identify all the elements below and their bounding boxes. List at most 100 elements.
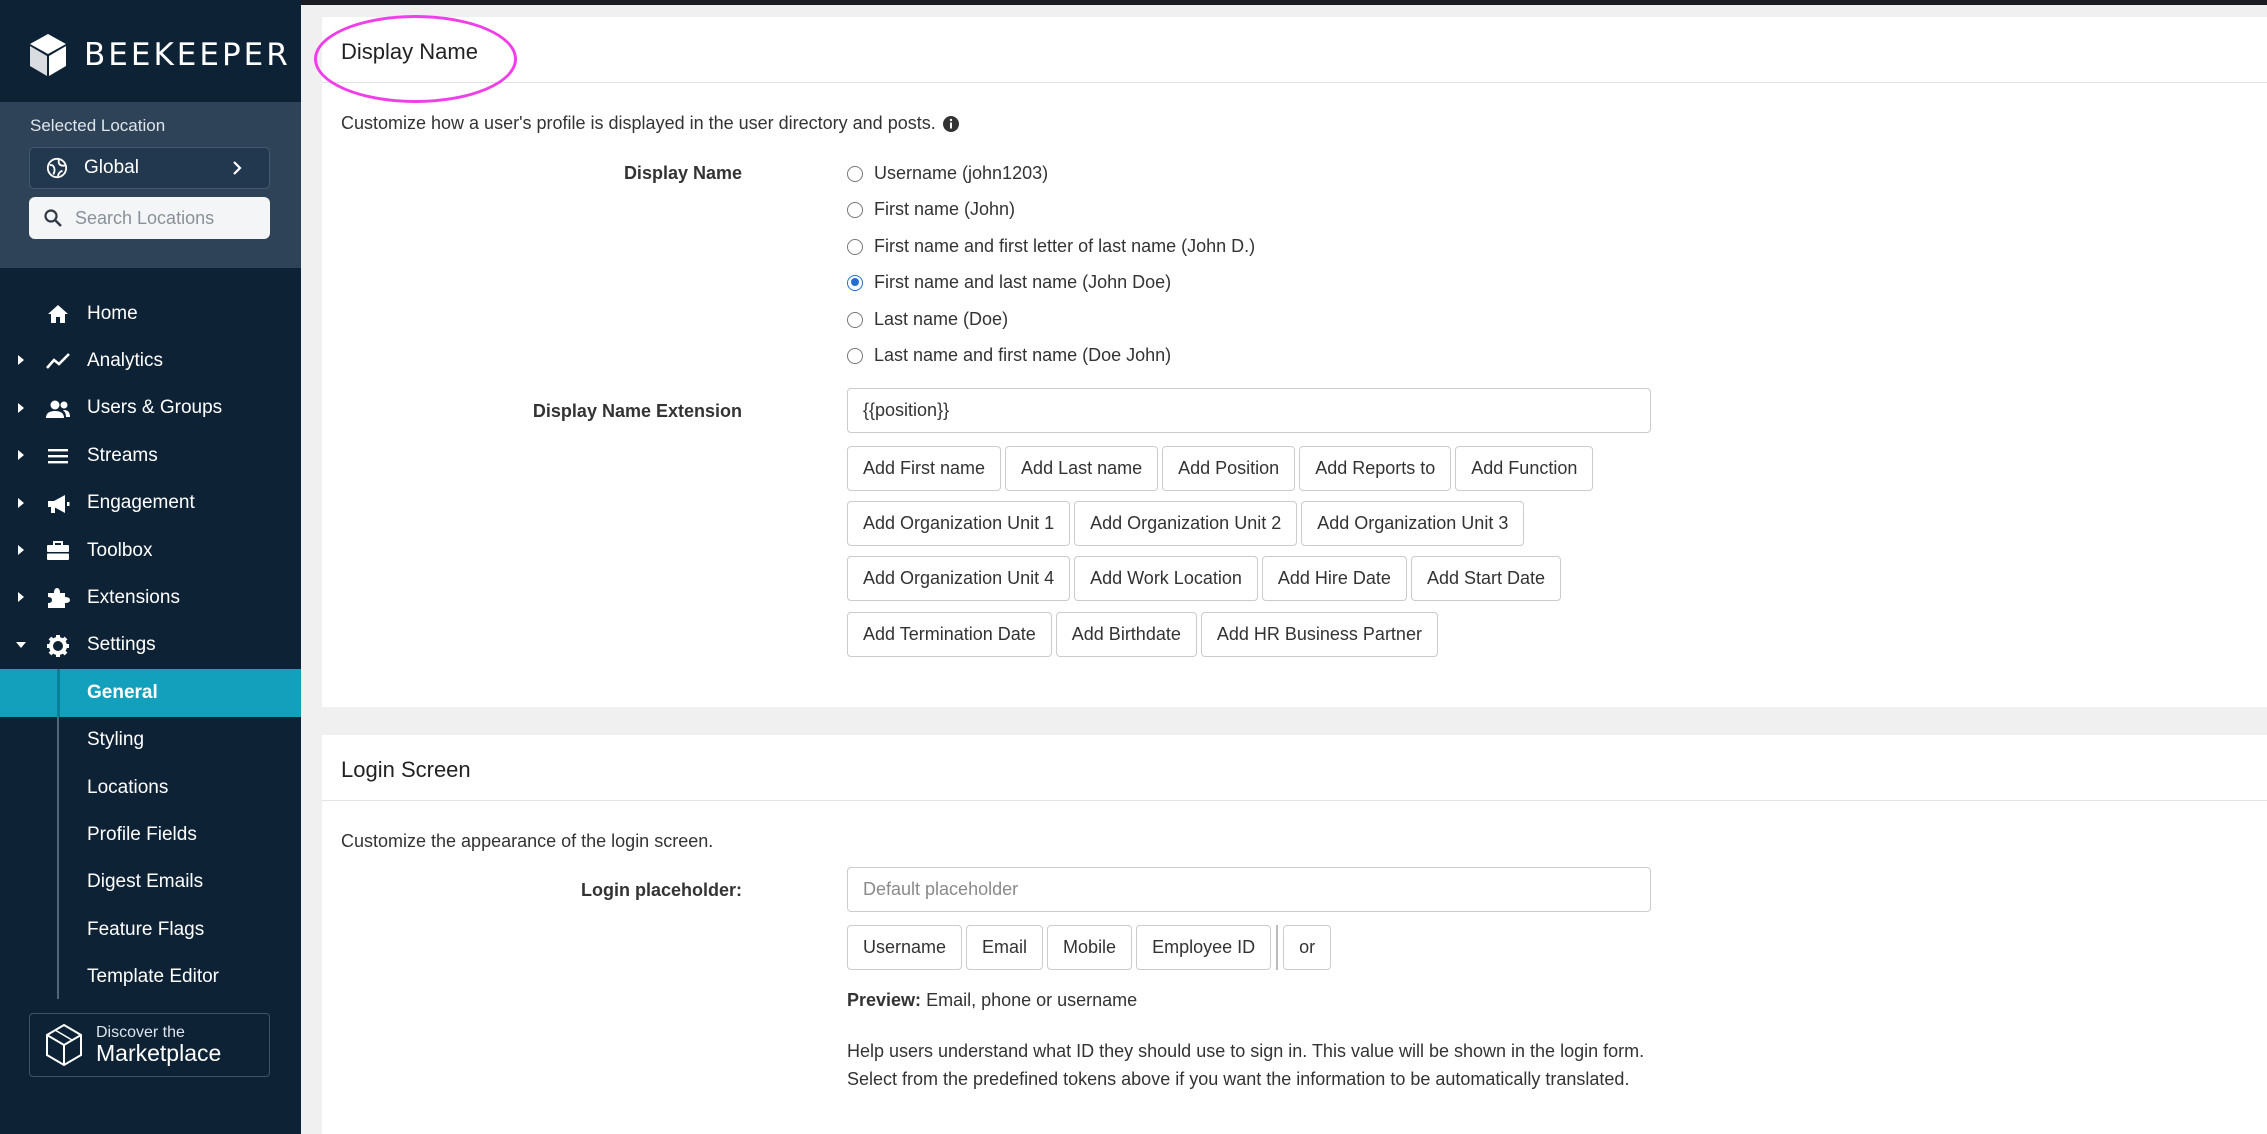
search-locations-input[interactable]	[75, 207, 255, 229]
add-start-date-button[interactable]: Add Start Date	[1410, 556, 1562, 601]
caret-right-icon	[18, 497, 24, 508]
nav-label: Home	[87, 302, 138, 324]
search-icon	[44, 209, 62, 227]
sub-item-template-editor[interactable]: Template Editor	[0, 953, 301, 1000]
nav-item-home[interactable]: Home	[0, 290, 301, 337]
login-placeholder-label: Login placeholder:	[580, 880, 742, 900]
radio-button[interactable]	[847, 201, 863, 218]
location-selector[interactable]: Global	[29, 147, 270, 189]
add-termination-date-button[interactable]: Add Termination Date	[847, 612, 1052, 657]
add-org-unit-2-button[interactable]: Add Organization Unit 2	[1074, 501, 1298, 546]
radio-option-last-name[interactable]: Last name (Doe)	[847, 309, 1008, 330]
nav-item-settings[interactable]: Settings	[0, 622, 301, 669]
add-first-name-button[interactable]: Add First name	[847, 446, 1002, 491]
add-org-unit-1-button[interactable]: Add Organization Unit 1	[847, 501, 1071, 546]
add-function-button[interactable]: Add Function	[1455, 446, 1594, 491]
sub-item-styling[interactable]: Styling	[0, 717, 301, 764]
add-hire-date-button[interactable]: Add Hire Date	[1261, 556, 1407, 601]
radio-option-last-first[interactable]: Last name and first name (Doe John)	[847, 345, 1171, 366]
radio-option-first-name[interactable]: First name (John)	[847, 199, 1015, 220]
radio-button[interactable]	[847, 347, 863, 364]
radio-button[interactable]	[847, 311, 863, 328]
username-token-button[interactable]: Username	[847, 925, 963, 970]
radio-button[interactable]	[847, 238, 863, 255]
add-hr-business-partner-button[interactable]: Add HR Business Partner	[1200, 612, 1438, 657]
add-work-location-button[interactable]: Add Work Location	[1074, 556, 1258, 601]
nav-item-toolbox[interactable]: Toolbox	[0, 527, 301, 574]
add-position-button[interactable]: Add Position	[1162, 446, 1296, 491]
puzzle-icon	[48, 588, 70, 609]
nav-label: Users & Groups	[87, 397, 223, 419]
radio-label: First name (John)	[874, 199, 1016, 219]
add-reports-to-button[interactable]: Add Reports to	[1299, 446, 1452, 491]
highlight-circle	[314, 15, 517, 103]
megaphone-icon	[48, 494, 70, 513]
caret-right-icon	[18, 355, 24, 366]
radio-label: First name and last name (John Doe)	[874, 272, 1172, 292]
caret-right-icon	[18, 592, 24, 603]
settings-submenu: General Styling Locations Profile Fields…	[0, 669, 301, 1001]
home-icon	[48, 305, 68, 323]
info-icon[interactable]	[942, 115, 960, 133]
section-title: Login Screen	[341, 757, 471, 782]
card-header: Display Name	[314, 15, 2267, 103]
help-line-1: Help users understand what ID they shoul…	[847, 1041, 1645, 1061]
radio-option-first-name-initial[interactable]: First name and first letter of last name…	[847, 236, 1255, 257]
sub-item-profile-fields[interactable]: Profile Fields	[0, 811, 301, 858]
display-name-extension-label: Display Name Extension	[532, 401, 742, 421]
sub-item-label: Feature Flags	[87, 918, 205, 940]
sub-item-locations[interactable]: Locations	[0, 764, 301, 811]
description-text: Customize the appearance of the login sc…	[341, 831, 714, 851]
radio-option-first-last[interactable]: First name and last name (John Doe)	[847, 272, 1171, 293]
brand-name: BEEKEEPER	[84, 37, 291, 73]
nav-item-analytics[interactable]: Analytics	[0, 337, 301, 384]
add-last-name-button[interactable]: Add Last name	[1005, 446, 1159, 491]
display-name-card: Display Name Customize how a user's prof…	[314, 15, 2267, 707]
radio-label: First name and first letter of last name…	[874, 236, 1256, 256]
chart-line-icon	[46, 353, 70, 370]
login-token-row: Username Email Mobile Employee ID or	[847, 925, 1335, 970]
main-content: Display Name Customize how a user's prof…	[301, 5, 2267, 1134]
add-org-unit-4-button[interactable]: Add Organization Unit 4	[847, 556, 1071, 601]
marketplace-line1: Discover the	[96, 1023, 185, 1041]
gear-icon	[47, 634, 69, 657]
sub-item-label: Locations	[87, 776, 169, 798]
token-separator	[1276, 925, 1279, 970]
or-token-button[interactable]: or	[1283, 925, 1332, 970]
nav-item-engagement[interactable]: Engagement	[0, 480, 301, 527]
add-birthdate-button[interactable]: Add Birthdate	[1055, 612, 1197, 657]
radio-button[interactable]	[847, 165, 863, 182]
nav-item-streams[interactable]: Streams	[0, 432, 301, 479]
radio-label: Username (john1203)	[874, 163, 1049, 183]
email-token-button[interactable]: Email	[966, 925, 1044, 970]
token-row-3: Add Organization Unit 4 Add Work Locatio…	[847, 556, 1565, 601]
add-org-unit-3-button[interactable]: Add Organization Unit 3	[1301, 501, 1525, 546]
marketplace-text: Discover the Marketplace	[96, 1023, 221, 1066]
nav-item-extensions[interactable]: Extensions	[0, 574, 301, 621]
nav-label: Toolbox	[87, 539, 153, 561]
login-placeholder-input[interactable]	[847, 867, 1651, 912]
sub-item-label: Template Editor	[87, 966, 220, 988]
mobile-token-button[interactable]: Mobile	[1047, 925, 1133, 970]
login-preview: Preview: Email, phone or username	[847, 990, 1137, 1011]
login-screen-card: Login Screen Customize the appearance of…	[322, 735, 2267, 1134]
brand-logo[interactable]: BEEKEEPER	[28, 30, 291, 80]
location-value: Global	[84, 157, 139, 178]
sub-item-general[interactable]: General	[0, 669, 301, 717]
location-panel: Selected Location Global	[0, 102, 301, 268]
employee-id-token-button[interactable]: Employee ID	[1136, 925, 1272, 970]
list-icon	[48, 449, 68, 464]
nav-label: Analytics	[87, 350, 164, 372]
active-indicator	[57, 669, 60, 717]
radio-option-username[interactable]: Username (john1203)	[847, 163, 1048, 184]
sub-item-digest-emails[interactable]: Digest Emails	[0, 859, 301, 906]
radio-label: Last name (Doe)	[874, 309, 1009, 329]
nav-label: Streams	[87, 444, 158, 466]
nav-item-users-groups[interactable]: Users & Groups	[0, 385, 301, 432]
radio-button-selected[interactable]	[847, 274, 863, 291]
token-row-4: Add Termination Date Add Birthdate Add H…	[847, 612, 1442, 657]
sub-item-feature-flags[interactable]: Feature Flags	[0, 906, 301, 953]
display-name-extension-input[interactable]	[847, 388, 1651, 433]
globe-icon	[46, 157, 68, 179]
marketplace-button[interactable]: Discover the Marketplace	[29, 1013, 270, 1077]
